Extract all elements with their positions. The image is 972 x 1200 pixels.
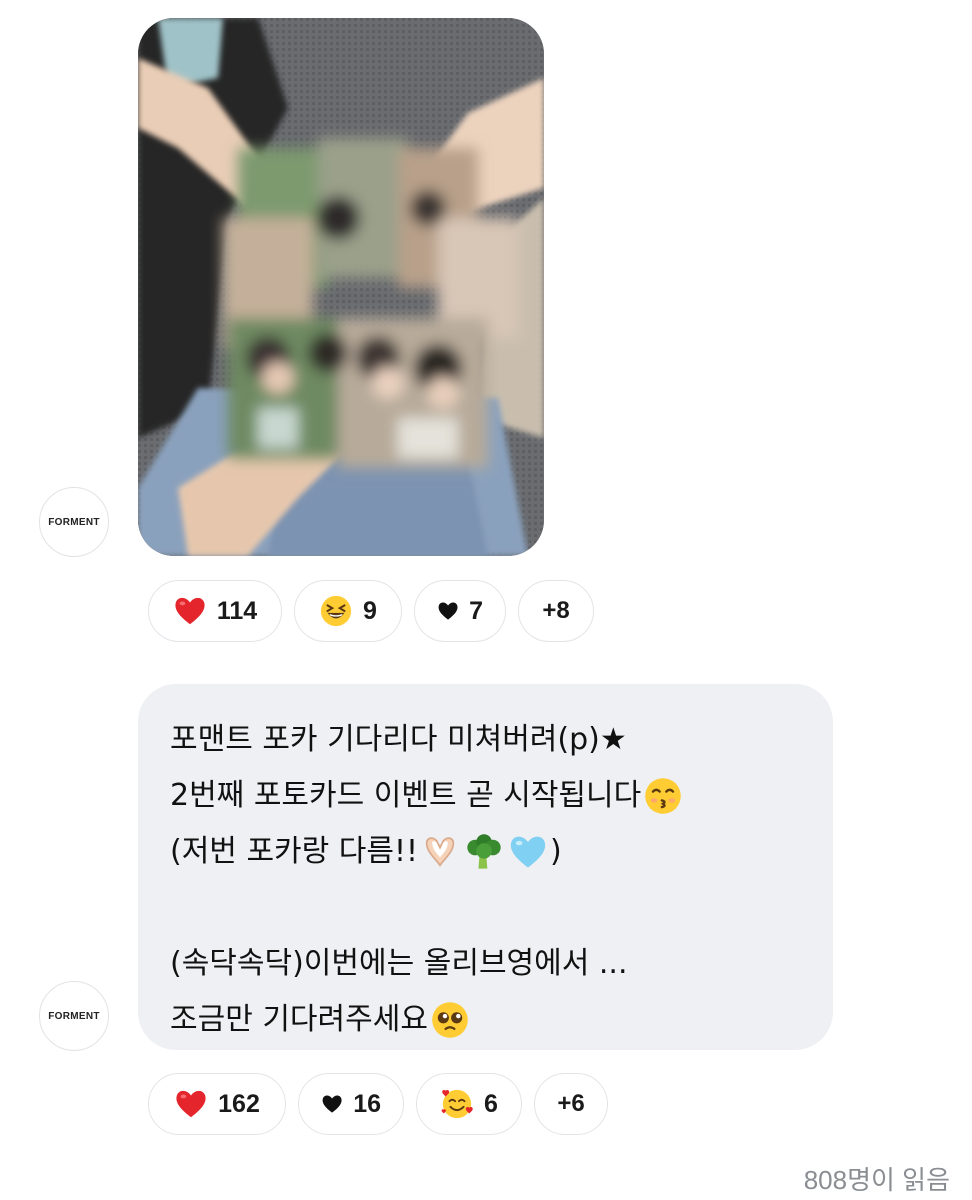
message-line: (속닥속닥)이번에는 올리브영에서 ... <box>170 936 803 992</box>
more-reactions-button[interactable]: +6 <box>534 1073 608 1135</box>
message-line: 조금만 기다려주세요 <box>170 992 803 1048</box>
sender-avatar[interactable]: FORMENT <box>39 487 109 557</box>
reaction-count: 114 <box>216 596 258 625</box>
message-text: 2번째 포토카드 이벤트 곧 시작됩니다 <box>170 778 642 813</box>
kissing-face-icon <box>645 778 682 814</box>
reactions-bar: 114 9 7 +8 <box>148 580 594 642</box>
chat-screen: FORMENT 114 9 7 +8 포맨트 포카 기다리다 미쳐버려(p)★ … <box>0 0 972 1200</box>
read-receipt: 808명이 읽음 <box>803 1165 950 1195</box>
red-heart-icon <box>175 597 205 625</box>
message-line: (저번 포카랑 다름!! ) <box>170 824 803 880</box>
reaction-count: 7 <box>469 596 483 625</box>
reaction-count: 16 <box>353 1089 381 1118</box>
text-message-bubble[interactable]: 포맨트 포카 기다리다 미쳐버려(p)★ 2번째 포토카드 이벤트 곧 시작됩니… <box>138 684 833 1050</box>
sender-avatar-label: FORMENT <box>48 516 100 528</box>
message-text: (저번 포카랑 다름!! <box>170 834 419 869</box>
broccoli-icon <box>467 834 501 869</box>
sender-avatar-label: FORMENT <box>48 1010 100 1022</box>
reactions-bar: 162 16 6 +6 <box>148 1073 608 1135</box>
message-line: 포맨트 포카 기다리다 미쳐버려(p)★ <box>170 712 803 768</box>
grinning-squinting-face-icon <box>320 595 352 627</box>
message-text: 포맨트 포카 기다리다 미쳐버려(p)★ <box>170 722 627 757</box>
reaction-pill[interactable]: 9 <box>294 580 402 642</box>
reaction-count: 162 <box>218 1089 260 1118</box>
reaction-pill[interactable]: 7 <box>414 580 506 642</box>
sender-avatar[interactable]: FORMENT <box>39 981 109 1051</box>
message-text: ) <box>550 834 562 869</box>
reaction-count: 9 <box>363 596 377 625</box>
reaction-pill[interactable]: 162 <box>148 1073 286 1135</box>
more-reactions-label: +6 <box>557 1090 585 1117</box>
pleading-face-icon <box>432 1002 468 1038</box>
message-line: 2번째 포토카드 이벤트 곧 시작됩니다 <box>170 768 803 824</box>
smiling-face-with-hearts-icon <box>441 1089 473 1119</box>
heart-hands-icon <box>425 837 455 867</box>
red-heart-icon <box>176 1090 206 1118</box>
blurred-photocards-image <box>138 18 544 556</box>
more-reactions-label: +8 <box>542 597 570 624</box>
photo-message[interactable] <box>138 18 544 556</box>
message-text: (속닥속닥)이번에는 올리브영에서 ... <box>170 946 628 981</box>
reaction-pill[interactable]: 6 <box>416 1073 522 1135</box>
reaction-pill[interactable]: 16 <box>298 1073 404 1135</box>
reaction-count: 6 <box>484 1089 498 1118</box>
reaction-pill[interactable]: 114 <box>148 580 282 642</box>
black-heart-icon <box>438 602 458 620</box>
black-heart-icon <box>322 1095 342 1113</box>
light-blue-heart-icon <box>510 836 546 868</box>
more-reactions-button[interactable]: +8 <box>518 580 594 642</box>
message-text: 조금만 기다려주세요 <box>170 1002 428 1037</box>
